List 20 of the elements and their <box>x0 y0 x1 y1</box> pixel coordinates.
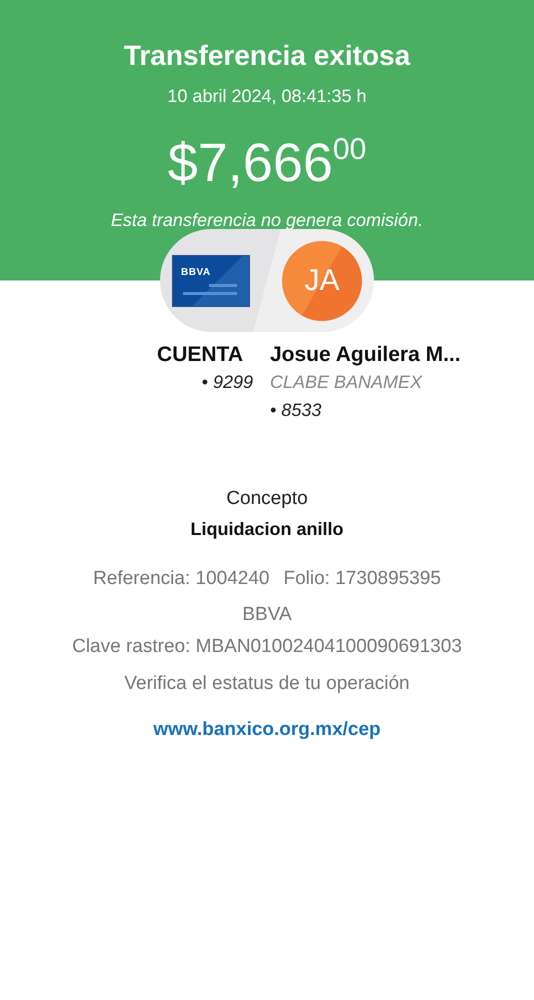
concept-label: Concepto <box>226 488 308 510</box>
recipient-name: Josue Aguilera M... <box>270 342 461 368</box>
folio: Folio: 1730895395 <box>284 568 441 590</box>
stripes-icon <box>183 284 237 296</box>
datetime: 10 abril 2024, 08:41:35 h <box>167 86 367 107</box>
recipient-number: • 8533 <box>270 399 322 422</box>
amount: $7,666$^{00}$ <box>168 135 366 190</box>
origin-number: • 9299 <box>202 371 253 394</box>
reference: Referencia: 1004240 <box>93 568 270 590</box>
tracking-key: Clave rastreo: MBAN01002404100090691303 <box>72 636 462 658</box>
commission-note: Esta transferencia no genera comisión. <box>110 210 424 231</box>
title: Transferencia exitosa <box>124 40 410 72</box>
card-brand: BBVA <box>181 266 211 278</box>
origin-label: CUENTA <box>157 342 243 368</box>
bank-name: BBVA <box>242 604 292 626</box>
banxico-link[interactable]: www.banxico.org.mx/cep <box>153 719 381 741</box>
recipient-bank: CLABE BANAMEX <box>270 371 422 394</box>
verify-text: Verifica el estatus de tu operación <box>124 673 410 695</box>
concept-value: Liquidacion anillo <box>190 519 344 540</box>
avatar: JA <box>282 240 362 320</box>
